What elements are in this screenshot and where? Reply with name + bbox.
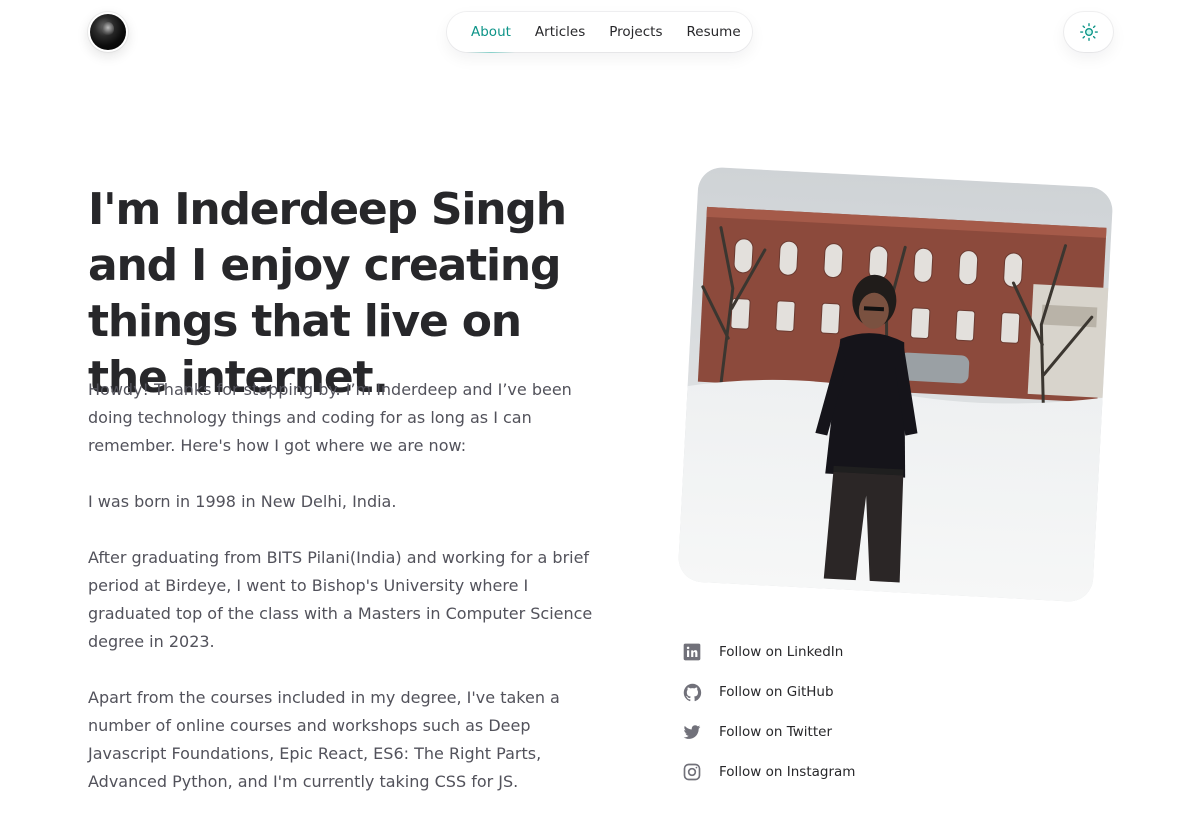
linkedin-icon: [681, 641, 703, 663]
nav-item-projects[interactable]: Projects: [597, 12, 674, 52]
theme-toggle-button[interactable]: [1064, 12, 1113, 52]
site-header: About Articles Projects Resume: [0, 0, 1201, 64]
social-link-twitter[interactable]: Follow on Twitter: [681, 712, 1081, 752]
bio-paragraph: Apart from the courses included in my de…: [88, 688, 560, 791]
main-nav: About Articles Projects Resume: [447, 12, 753, 53]
bio-paragraph: After graduating from BITS Pilani(India)…: [88, 548, 593, 651]
nav-item-about[interactable]: About: [459, 12, 523, 53]
social-links: Follow on LinkedIn Follow on GitHub Foll…: [681, 632, 1081, 792]
twitter-icon: [681, 721, 703, 743]
social-link-instagram[interactable]: Follow on Instagram: [681, 752, 1081, 792]
social-link-label: Follow on Instagram: [719, 764, 856, 780]
bio-paragraph: I was born in 1998 in New Delhi, India.: [88, 492, 397, 511]
nav-item-articles[interactable]: Articles: [523, 12, 597, 52]
sun-icon: [1079, 23, 1098, 41]
bio-paragraph: Howdy! Thanks for stopping by. I’m Inder…: [88, 380, 572, 455]
avatar-image: [90, 14, 126, 50]
github-icon: [681, 681, 703, 703]
nav-item-resume[interactable]: Resume: [675, 12, 753, 52]
social-link-linkedin[interactable]: Follow on LinkedIn: [681, 632, 1081, 672]
social-link-label: Follow on Twitter: [719, 724, 832, 740]
page-title: I'm Inderdeep Singh and I enjoy creating…: [88, 184, 567, 403]
social-link-label: Follow on GitHub: [719, 684, 834, 700]
social-link-github[interactable]: Follow on GitHub: [681, 672, 1081, 712]
avatar[interactable]: [88, 12, 128, 52]
portrait-photo: [677, 166, 1114, 603]
instagram-icon: [681, 761, 703, 783]
social-link-label: Follow on LinkedIn: [719, 644, 844, 660]
bio-section: Howdy! Thanks for stopping by. I’m Inder…: [88, 376, 598, 824]
